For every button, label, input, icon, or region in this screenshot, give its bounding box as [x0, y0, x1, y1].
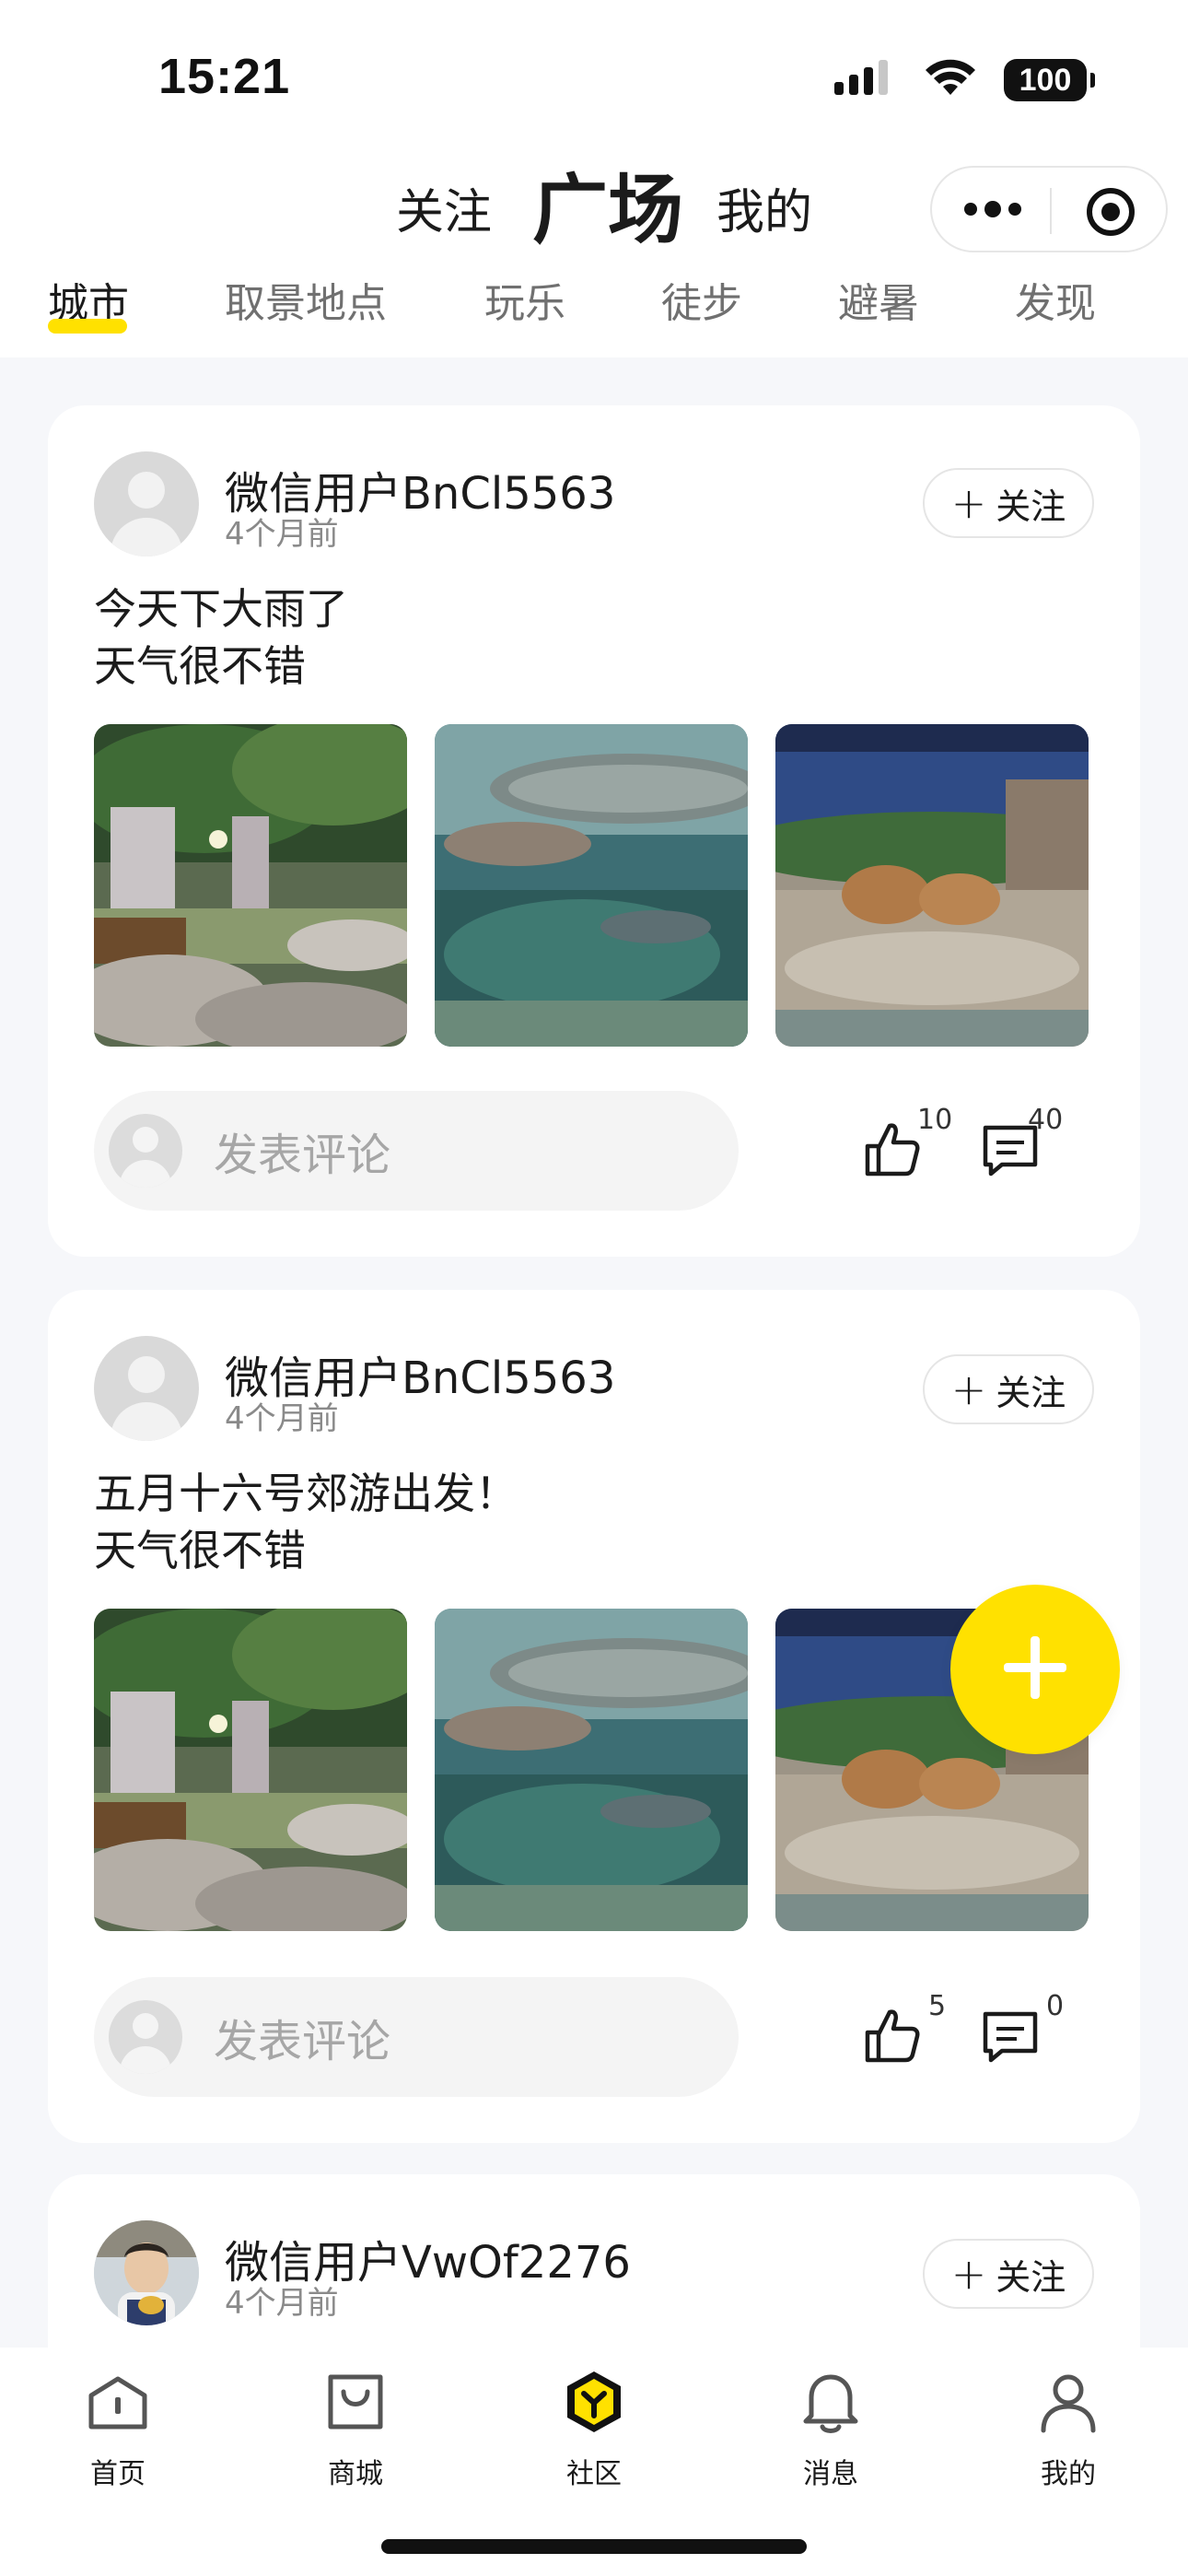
avatar[interactable]	[94, 2220, 199, 2325]
follow-label: 关注	[996, 486, 1066, 527]
profile-icon	[1034, 2368, 1102, 2440]
comment-placeholder: 发表评论	[214, 1130, 391, 1181]
comment-input[interactable]: 发表评论	[94, 1091, 739, 1211]
capybara-photo[interactable]	[775, 724, 1089, 1047]
comment-count: 40	[1028, 1104, 1064, 1136]
plus-icon: +	[950, 478, 987, 528]
home-icon	[84, 2368, 152, 2440]
tab-label: 社区	[566, 2458, 622, 2490]
bell-icon	[797, 2368, 865, 2440]
plus-icon: +	[950, 2249, 987, 2299]
avatar	[109, 2000, 182, 2074]
capsule-divider	[1050, 188, 1052, 234]
forest-pond-photo[interactable]	[94, 1609, 407, 1931]
category-tab-fun[interactable]: 玩乐	[484, 267, 565, 332]
post-time: 4个月前	[225, 516, 339, 553]
like-count: 10	[917, 1104, 953, 1136]
tab-home[interactable]: 首页	[44, 2368, 192, 2497]
shopping-bag-icon	[321, 2368, 390, 2440]
post-time: 4个月前	[225, 1400, 339, 1437]
tab-label: 首页	[90, 2458, 146, 2490]
status-icons: 100	[834, 57, 1095, 103]
comment-icon[interactable]	[978, 2005, 1042, 2069]
post-text: 五月十六号郊游出发！ 天气很不错	[94, 1469, 518, 1575]
avatar[interactable]	[94, 451, 199, 556]
battery-level: 100	[1019, 62, 1072, 98]
thumbs-up-icon[interactable]	[860, 2003, 925, 2067]
follow-button[interactable]: + 关注	[923, 1354, 1094, 1424]
active-category-indicator	[48, 319, 127, 334]
more-dots-icon[interactable]	[963, 195, 1022, 227]
category-tab-shooting-spots[interactable]: 取景地点	[225, 267, 387, 332]
post-card: 微信用户BnCl5563 4个月前 + 关注 今天下大雨了 天气很不错 发表评论…	[48, 405, 1140, 1257]
category-tab-hiking[interactable]: 徒步	[661, 267, 742, 332]
miniprogram-capsule	[930, 166, 1168, 252]
tab-messages[interactable]: 消息	[757, 2368, 904, 2497]
home-indicator	[381, 2539, 807, 2554]
target-circle-icon[interactable]	[1085, 186, 1136, 241]
avatar[interactable]	[94, 1336, 199, 1441]
post-text: 今天下大雨了 天气很不错	[94, 584, 348, 691]
avatar	[109, 1114, 182, 1188]
cellular-signal-icon	[834, 58, 897, 102]
plus-icon: +	[950, 1364, 987, 1414]
comment-placeholder: 发表评论	[214, 2016, 391, 2067]
tab-label: 我的	[1041, 2458, 1096, 2490]
status-time: 15:21	[158, 49, 291, 104]
thumbs-up-icon[interactable]	[860, 1117, 925, 1181]
like-count: 5	[928, 1990, 947, 2022]
top-header-area: 15:21 100 关注 广场 我的 城市 取景地点 玩乐 徒步 避暑 发现	[0, 0, 1188, 357]
tab-mall[interactable]: 商城	[282, 2368, 429, 2497]
follow-button[interactable]: + 关注	[923, 2239, 1094, 2309]
follow-button[interactable]: + 关注	[923, 468, 1094, 538]
arapaima-aquarium-photo[interactable]	[435, 1609, 748, 1931]
battery-indicator: 100	[1004, 59, 1095, 101]
tab-square[interactable]: 广场	[532, 147, 683, 258]
tab-label: 商城	[328, 2458, 383, 2490]
comment-input[interactable]: 发表评论	[94, 1977, 739, 2097]
category-tabs: 城市 取景地点 玩乐 徒步 避暑 发现	[0, 267, 1188, 341]
wifi-icon	[923, 58, 978, 102]
tab-mine[interactable]: 我的	[716, 166, 812, 249]
community-icon	[560, 2368, 628, 2440]
post-time: 4个月前	[225, 2285, 339, 2322]
comment-count: 0	[1046, 1990, 1065, 2022]
tab-follow[interactable]: 关注	[396, 166, 492, 249]
forest-pond-photo[interactable]	[94, 724, 407, 1047]
follow-label: 关注	[996, 2256, 1066, 2298]
arapaima-aquarium-photo[interactable]	[435, 724, 748, 1047]
create-post-button[interactable]	[950, 1585, 1120, 1754]
tab-community[interactable]: 社区	[520, 2368, 668, 2497]
tab-label: 消息	[803, 2458, 858, 2490]
category-tab-summer[interactable]: 避暑	[838, 267, 919, 332]
category-tab-discover[interactable]: 发现	[1015, 267, 1096, 332]
follow-label: 关注	[996, 1372, 1066, 1413]
plus-icon	[1000, 1633, 1070, 1706]
tab-profile[interactable]: 我的	[995, 2368, 1142, 2497]
